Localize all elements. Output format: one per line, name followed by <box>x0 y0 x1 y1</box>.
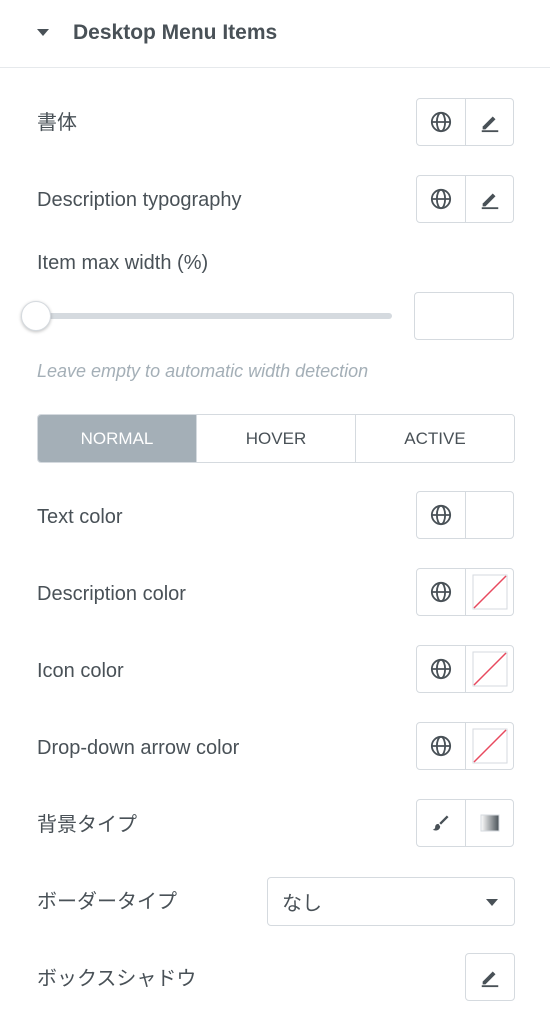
background-type-gradient-button[interactable] <box>465 800 513 846</box>
tab-hover[interactable]: HOVER <box>196 415 355 462</box>
border-type-selected-value: なし <box>282 893 322 915</box>
text-color-global-button[interactable] <box>417 492 465 538</box>
pencil-icon <box>481 971 499 988</box>
typography-global-button[interactable] <box>417 99 465 145</box>
description-typography-controls <box>416 175 514 223</box>
icon-color-swatch[interactable] <box>465 646 513 692</box>
item-max-width-hint: Leave empty to automatic width detection <box>37 361 369 381</box>
text-color-label: Text color <box>37 506 123 528</box>
dropdown-arrow-color-global-button[interactable] <box>417 723 465 769</box>
description-color-label: Description color <box>37 583 186 605</box>
item-max-width-slider-handle[interactable] <box>21 301 51 331</box>
item-max-width-label: Item max width (%) <box>37 252 209 274</box>
tab-normal[interactable]: NORMAL <box>38 415 196 462</box>
box-shadow-label: ボックスシャドウ <box>37 968 197 990</box>
border-type-label: ボーダータイプ <box>37 891 177 913</box>
brush-icon <box>432 815 449 831</box>
description-typography-global-button[interactable] <box>417 176 465 222</box>
text-color-swatch[interactable] <box>465 492 513 538</box>
item-max-width-slider-track[interactable] <box>37 313 392 319</box>
description-typography-edit-button[interactable] <box>465 176 513 222</box>
background-type-controls <box>416 799 514 847</box>
description-color-global-button[interactable] <box>417 569 465 615</box>
no-color-icon <box>472 728 507 764</box>
dropdown-arrow-color-swatch[interactable] <box>465 723 513 769</box>
state-tabs: NORMAL HOVER ACTIVE <box>37 414 515 463</box>
icon-color-label: Icon color <box>37 660 124 682</box>
typography-edit-button[interactable] <box>465 99 513 145</box>
box-shadow-edit-button[interactable] <box>465 953 515 1001</box>
item-max-width-input[interactable] <box>414 292 514 340</box>
typography-controls <box>416 98 514 146</box>
typography-label: 書体 <box>37 112 77 134</box>
globe-icon <box>430 658 452 680</box>
border-type-select[interactable]: なし <box>267 877 515 926</box>
caret-down-icon <box>37 29 49 36</box>
chevron-down-icon <box>486 899 498 906</box>
globe-icon <box>430 504 452 526</box>
section-header[interactable]: Desktop Menu Items <box>0 0 550 68</box>
globe-icon <box>430 581 452 603</box>
globe-icon <box>430 188 452 210</box>
pencil-icon <box>481 116 498 133</box>
gradient-icon <box>480 814 499 832</box>
icon-color-global-button[interactable] <box>417 646 465 692</box>
background-type-label: 背景タイプ <box>37 814 137 836</box>
text-color-controls <box>416 491 514 539</box>
dropdown-arrow-color-controls <box>416 722 514 770</box>
no-color-icon <box>472 651 507 687</box>
dropdown-arrow-color-label: Drop-down arrow color <box>37 737 240 759</box>
background-type-classic-button[interactable] <box>417 800 465 846</box>
icon-color-controls <box>416 645 514 693</box>
tab-active[interactable]: ACTIVE <box>355 415 514 462</box>
no-color-icon <box>472 574 507 610</box>
globe-icon <box>430 111 452 133</box>
description-typography-label: Description typography <box>37 189 242 211</box>
description-color-controls <box>416 568 514 616</box>
globe-icon <box>430 735 452 757</box>
description-color-swatch[interactable] <box>465 569 513 615</box>
pencil-icon <box>481 193 498 210</box>
section-title: Desktop Menu Items <box>73 21 278 44</box>
